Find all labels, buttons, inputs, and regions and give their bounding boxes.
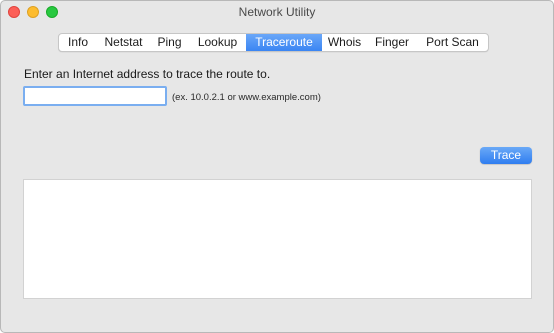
address-input[interactable]: [23, 86, 167, 106]
tab-traceroute[interactable]: Traceroute: [246, 34, 322, 51]
tab-ping[interactable]: Ping: [150, 34, 189, 51]
tab-lookup[interactable]: Lookup: [189, 34, 246, 51]
tab-whois[interactable]: Whois: [322, 34, 367, 51]
window-title: Network Utility: [238, 5, 316, 19]
address-prompt-label: Enter an Internet address to trace the r…: [24, 67, 271, 81]
trace-output-area[interactable]: [23, 179, 532, 299]
tab-port-scan[interactable]: Port Scan: [417, 34, 488, 51]
tab-netstat[interactable]: Netstat: [97, 34, 150, 51]
title-bar: Network Utility: [1, 1, 553, 23]
address-hint: (ex. 10.0.2.1 or www.example.com): [172, 92, 321, 103]
tab-info[interactable]: Info: [59, 34, 97, 51]
network-utility-window: Network Utility Info Netstat Ping Lookup…: [0, 0, 554, 333]
tab-finger[interactable]: Finger: [367, 34, 417, 51]
trace-button[interactable]: Trace: [480, 147, 532, 164]
tab-bar: Info Netstat Ping Lookup Traceroute Whoi…: [58, 33, 489, 52]
